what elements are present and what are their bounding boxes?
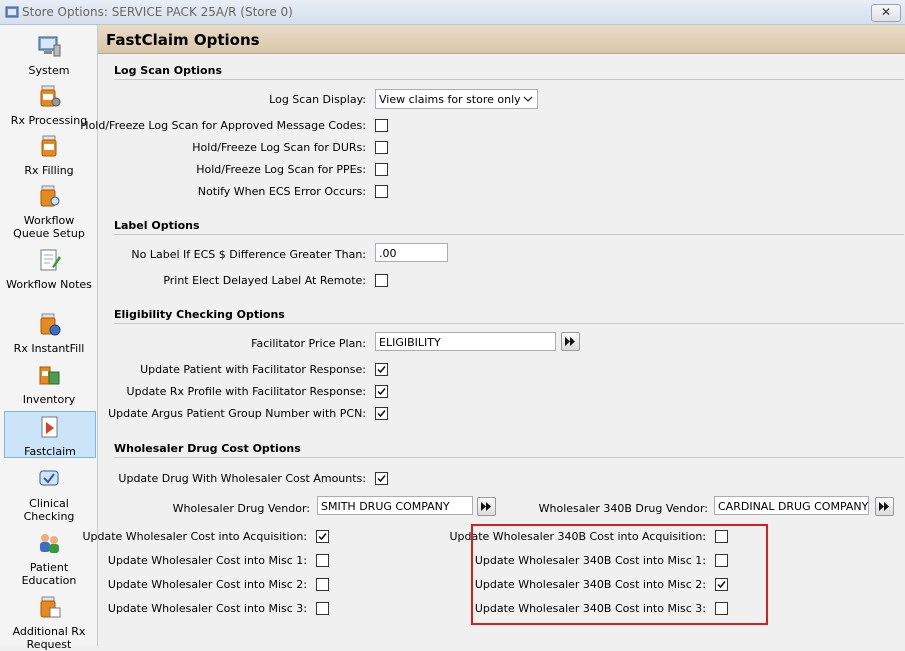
notify-ecs-checkbox[interactable]: [375, 185, 388, 198]
panel-header: FastClaim Options: [98, 25, 905, 54]
hold-durs-checkbox[interactable]: [375, 141, 388, 154]
cost-misc3-label: Update Wholesaler Cost into Misc 3:: [107, 602, 307, 615]
checkmark-icon: [377, 410, 386, 418]
sidebar-item-rx-filling[interactable]: Rx Filling: [4, 133, 94, 177]
clinical-icon: [39, 470, 59, 486]
vendor-340b-input[interactable]: CARDINAL DRUG COMPANY: [714, 496, 869, 515]
sidebar-item-label: Patient Education: [21, 561, 77, 587]
update-patient-checkbox[interactable]: [375, 363, 388, 376]
double-arrow-right-icon: [879, 502, 889, 511]
sidebar-item-system[interactable]: System: [4, 33, 94, 77]
highlight-box: [471, 524, 768, 625]
vendor-label: Wholesaler Drug Vendor:: [172, 502, 310, 515]
update-drug-checkbox[interactable]: [375, 472, 388, 485]
vendor-340b-lookup-button[interactable]: [875, 497, 894, 516]
update-rx-profile-label: Update Rx Profile with Facilitator Respo…: [126, 385, 366, 398]
inventory-icon: [39, 366, 60, 385]
section-title-label-options: Label Options: [114, 219, 200, 232]
update-argus-label: Update Argus Patient Group Number with P…: [108, 407, 366, 420]
sidebar-item-label: System: [28, 64, 70, 77]
section-title-eligibility: Eligibility Checking Options: [114, 308, 285, 321]
hold-ppes-label: Hold/Freeze Log Scan for PPEs:: [196, 163, 366, 176]
fastclaim-icon: [41, 416, 58, 438]
sidebar-item-fastclaim[interactable]: Fastclaim: [4, 411, 96, 458]
vendor-input[interactable]: SMITH DRUG COMPANY: [317, 496, 473, 515]
hold-durs-label: Hold/Freeze Log Scan for DURs:: [192, 141, 366, 154]
double-arrow-right-icon: [565, 337, 575, 346]
update-rx-profile-checkbox[interactable]: [375, 385, 388, 398]
checkmark-icon: [318, 533, 327, 541]
close-button[interactable]: ✕: [871, 4, 901, 22]
cost-misc3-checkbox[interactable]: [316, 602, 329, 615]
pill-bottle-search-icon: [40, 185, 60, 207]
log-scan-display-label: Log Scan Display:: [269, 93, 366, 106]
section-divider: [114, 234, 904, 235]
print-elect-checkbox[interactable]: [375, 274, 388, 287]
rx-request-icon: [40, 596, 61, 618]
section-divider: [114, 457, 904, 458]
section-divider: [114, 323, 904, 324]
section-title-log-scan: Log Scan Options: [114, 64, 222, 77]
no-label-ecs-label: No Label If ECS $ Difference Greater Tha…: [131, 248, 366, 261]
cost-acquisition-checkbox[interactable]: [316, 530, 329, 543]
double-arrow-right-icon: [481, 502, 491, 511]
sidebar-item-label: Workflow Queue Setup: [13, 214, 85, 240]
print-elect-label: Print Elect Delayed Label At Remote:: [163, 274, 366, 287]
cost-misc1-label: Update Wholesaler Cost into Misc 1:: [107, 554, 307, 567]
cost-acquisition-label: Update Wholesaler Cost into Acquisition:: [82, 530, 307, 543]
people-icon: [40, 534, 59, 553]
price-plan-label: Facilitator Price Plan:: [251, 337, 366, 350]
sidebar-item-label: Workflow Notes: [6, 278, 92, 291]
price-plan-lookup-button[interactable]: [561, 332, 580, 351]
sidebar-item-label: Rx Filling: [24, 164, 74, 177]
update-drug-label: Update Drug With Wholesaler Cost Amounts…: [118, 472, 366, 485]
sidebar-item-label: Additional Rx Request: [12, 625, 86, 651]
pill-bottle-gear-icon: [40, 85, 61, 107]
chevron-down-icon: [523, 96, 533, 102]
hold-ppes-checkbox[interactable]: [375, 163, 388, 176]
sidebar-item-rx-instantfill[interactable]: Rx InstantFill: [4, 311, 94, 355]
sidebar-item-workflow-notes[interactable]: Workflow Notes: [4, 247, 94, 291]
cost-misc2-label: Update Wholesaler Cost into Misc 2:: [107, 578, 307, 591]
sidebar-item-label: Clinical Checking: [23, 497, 75, 523]
cost-misc1-checkbox[interactable]: [316, 554, 329, 567]
window-title: Store Options: SERVICE PACK 25A/R (Store…: [22, 5, 293, 19]
cost-misc2-checkbox[interactable]: [316, 578, 329, 591]
sidebar-item-patient-education[interactable]: Patient Education: [4, 530, 94, 587]
sidebar-item-label: Inventory: [22, 393, 76, 406]
sidebar-item-label: Rx InstantFill: [13, 342, 85, 355]
no-label-ecs-input[interactable]: .00: [375, 243, 448, 262]
update-patient-label: Update Patient with Facilitator Response…: [140, 363, 366, 376]
app-icon: [5, 6, 19, 18]
pill-bottle-refresh-icon: [40, 313, 61, 336]
sidebar-item-label: Fastclaim: [24, 445, 76, 458]
page-title: FastClaim Options: [106, 31, 260, 49]
update-argus-checkbox[interactable]: [375, 407, 388, 420]
checkmark-icon: [377, 366, 386, 374]
vendor-lookup-button[interactable]: [477, 497, 496, 516]
section-divider: [114, 79, 904, 80]
sidebar-item-clinical-checking[interactable]: Clinical Checking: [4, 466, 94, 523]
price-plan-input[interactable]: ELIGIBILITY: [375, 332, 556, 351]
hold-approved-label: Hold/Freeze Log Scan for Approved Messag…: [80, 119, 366, 132]
section-title-wholesaler: Wholesaler Drug Cost Options: [114, 442, 301, 455]
title-bar: Store Options: SERVICE PACK 25A/R (Store…: [0, 0, 905, 25]
sidebar-item-inventory[interactable]: Inventory: [4, 362, 94, 406]
hold-approved-checkbox[interactable]: [375, 119, 388, 132]
checkmark-icon: [377, 475, 386, 483]
vendor-340b-label: Wholesaler 340B Drug Vendor:: [538, 502, 708, 515]
log-scan-display-select[interactable]: View claims for store only: [375, 89, 538, 109]
pill-bottle-icon: [41, 135, 57, 157]
sidebar-item-additional-rx-request[interactable]: Additional Rx Request: [4, 594, 94, 651]
computer-icon: [38, 36, 61, 57]
notepad-icon: [40, 249, 61, 271]
checkmark-icon: [377, 388, 386, 396]
notify-ecs-label: Notify When ECS Error Occurs:: [197, 185, 366, 198]
sidebar-item-workflow-queue-setup[interactable]: Workflow Queue Setup: [4, 183, 94, 240]
log-scan-display-value: View claims for store only: [379, 93, 521, 106]
